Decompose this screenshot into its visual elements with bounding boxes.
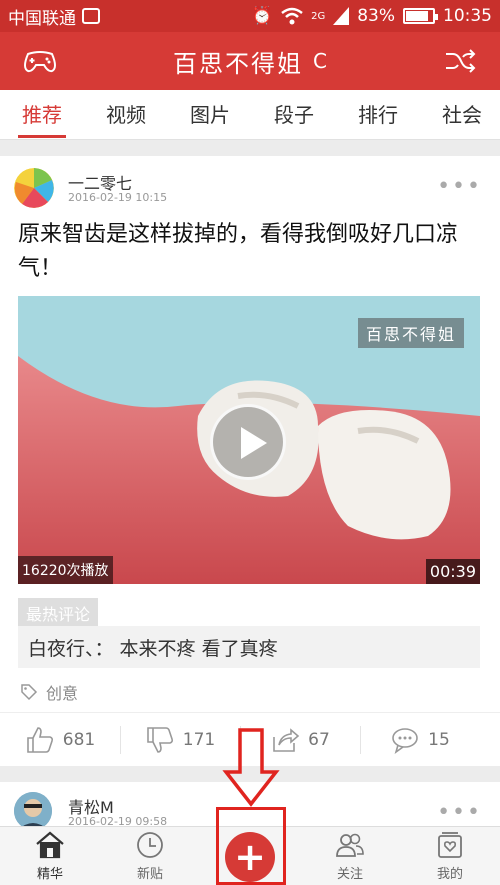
video-watermark: 百思不得姐 bbox=[357, 318, 464, 348]
wifi-icon bbox=[281, 7, 303, 25]
share-count: 67 bbox=[308, 730, 330, 750]
carrier: 中国联通 bbox=[8, 4, 100, 29]
post-tag[interactable]: 创意 bbox=[20, 680, 78, 704]
nav-mine[interactable]: 我的 bbox=[400, 827, 500, 885]
more-icon[interactable]: ••• bbox=[437, 174, 482, 199]
tag-label: 创意 bbox=[46, 684, 79, 703]
carrier-label: 中国联通 bbox=[8, 8, 76, 29]
house-icon bbox=[36, 831, 64, 859]
people-icon bbox=[336, 833, 364, 857]
tab-ranking[interactable]: 排行 bbox=[336, 90, 420, 139]
video-duration: 00:39 bbox=[425, 559, 480, 584]
status-right: ⏰ 2G 83% 10:35 bbox=[252, 6, 492, 26]
profile-icon bbox=[438, 832, 462, 858]
nav-label: 精华 bbox=[36, 867, 63, 882]
thumbs-down-icon bbox=[146, 727, 173, 753]
like-button[interactable]: 681 bbox=[0, 718, 120, 762]
clock: 10:35 bbox=[443, 6, 492, 26]
post-header: 一二零七 2016-02-19 10:15 ••• bbox=[0, 156, 500, 214]
tab-jokes[interactable]: 段子 bbox=[252, 90, 336, 139]
notification-icon bbox=[82, 8, 100, 24]
video-player[interactable]: 百思不得姐 16220次播放 00:39 bbox=[18, 296, 480, 584]
dislike-count: 171 bbox=[182, 730, 216, 750]
alarm-icon: ⏰ bbox=[251, 6, 274, 26]
play-count: 16220次播放 bbox=[18, 556, 113, 584]
app-title[interactable]: 百思不得姐 bbox=[173, 44, 303, 79]
clock-icon bbox=[137, 832, 163, 858]
more-icon[interactable]: ••• bbox=[437, 800, 482, 825]
comment-icon bbox=[392, 728, 418, 754]
nav-label: 我的 bbox=[436, 867, 463, 882]
thumbs-up-icon bbox=[26, 727, 53, 753]
avatar[interactable] bbox=[14, 792, 52, 830]
battery-percent: 83% bbox=[357, 6, 395, 26]
play-icon[interactable] bbox=[210, 404, 286, 480]
nav-follow[interactable]: 关注 bbox=[300, 827, 400, 885]
divider bbox=[0, 712, 500, 713]
nav-essence[interactable]: 精华 bbox=[0, 827, 100, 885]
comment-count: 15 bbox=[428, 730, 450, 750]
gamepad-icon[interactable] bbox=[22, 46, 58, 76]
hot-comment-label: 最热评论 bbox=[18, 598, 99, 628]
status-bar: 中国联通 ⏰ 2G 83% 10:35 bbox=[0, 0, 500, 32]
refresh-icon[interactable]: C bbox=[313, 49, 327, 73]
nav-label: 新贴 bbox=[136, 867, 163, 882]
post-title[interactable]: 原来智齿是这样拔掉的，看得我倒吸好几口凉气！ bbox=[0, 214, 500, 294]
tab-recommend[interactable]: 推荐 bbox=[0, 90, 84, 139]
nav-label: 关注 bbox=[336, 867, 363, 882]
signal-icon bbox=[333, 7, 350, 25]
annotation-arrow-icon bbox=[222, 728, 280, 807]
tab-video[interactable]: 视频 bbox=[84, 90, 168, 139]
network-type: 2G bbox=[311, 10, 326, 22]
post-time: 2016-02-19 10:15 bbox=[68, 191, 168, 204]
post-card: 一二零七 2016-02-19 10:15 ••• 原来智齿是这样拔掉的，看得我… bbox=[0, 156, 500, 766]
tab-pictures[interactable]: 图片 bbox=[168, 90, 252, 139]
annotation-box bbox=[216, 807, 286, 885]
battery-fill bbox=[406, 11, 428, 21]
battery-icon bbox=[403, 8, 438, 24]
like-count: 681 bbox=[62, 730, 96, 750]
nav-new-posts[interactable]: 新贴 bbox=[100, 827, 200, 885]
app-header: 百思不得姐 C bbox=[0, 32, 500, 90]
top-comment[interactable]: 白夜行、： 本来不疼 看了真疼 bbox=[18, 626, 480, 668]
shuffle-icon[interactable] bbox=[444, 46, 476, 76]
comment-button[interactable]: 15 bbox=[360, 718, 480, 762]
category-tabs: 推荐 视频 图片 段子 排行 社会 bbox=[0, 90, 500, 140]
tab-society[interactable]: 社会 bbox=[420, 90, 500, 139]
avatar[interactable] bbox=[14, 168, 54, 208]
tag-icon bbox=[21, 684, 38, 701]
